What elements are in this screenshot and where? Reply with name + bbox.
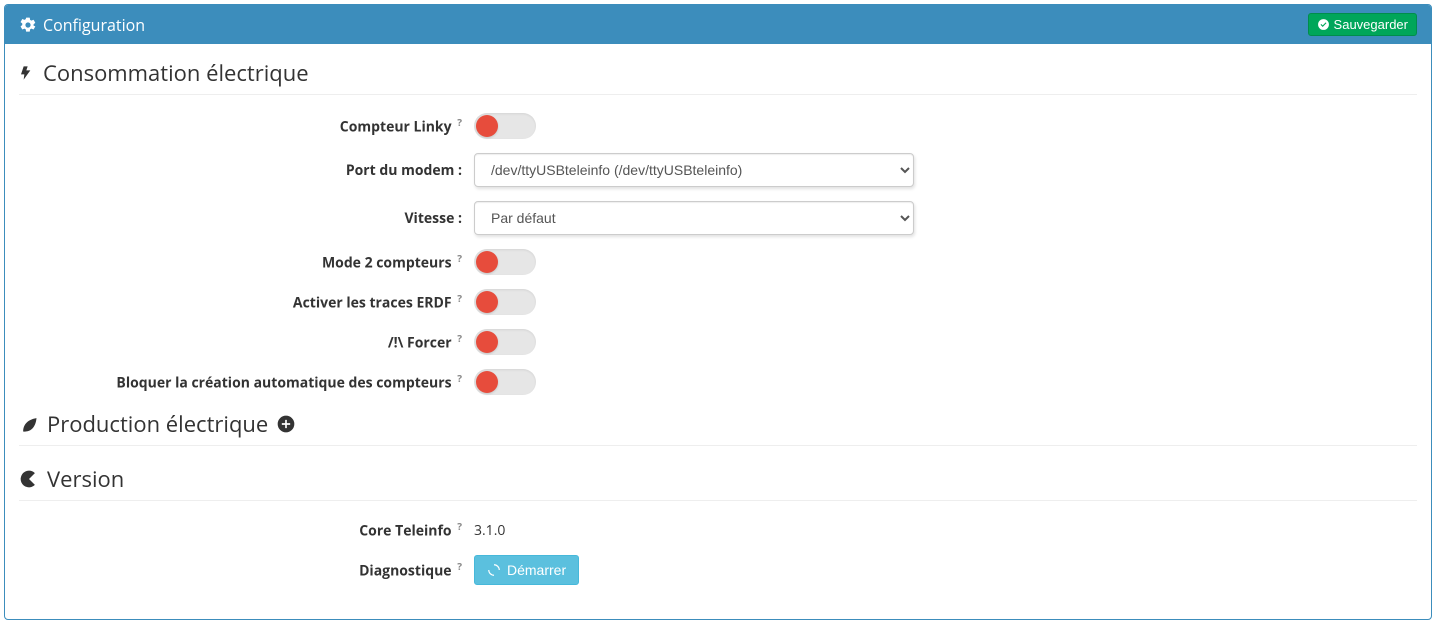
field-force: /!\ Forcer ? <box>19 329 1417 355</box>
field-mode2-label: Mode 2 compteurs <box>322 254 452 273</box>
plus-circle-icon[interactable] <box>276 414 296 434</box>
field-mode2: Mode 2 compteurs ? <box>19 249 1417 275</box>
toggle-force[interactable] <box>474 329 536 355</box>
panel-body: Consommation électrique Compteur Linky ?… <box>5 44 1431 619</box>
spinner-icon <box>487 563 501 577</box>
field-speed-label: Vitesse : <box>404 209 462 228</box>
config-panel: Configuration Sauvegarder Consommation é… <box>4 4 1432 620</box>
toggle-traces[interactable] <box>474 289 536 315</box>
field-force-label: /!\ Forcer <box>388 334 452 353</box>
help-icon[interactable]: ? <box>457 519 462 533</box>
section-consumption-title: Consommation électrique <box>19 58 1417 88</box>
field-diagnostic-label: Diagnostique <box>359 561 452 580</box>
save-button[interactable]: Sauvegarder <box>1308 13 1417 36</box>
field-traces-label: Activer les traces ERDF <box>293 294 452 313</box>
help-icon[interactable]: ? <box>457 251 462 265</box>
section-consumption-label: Consommation électrique <box>43 58 309 88</box>
divider <box>19 500 1417 501</box>
panel-header-left: Configuration <box>19 14 145 36</box>
help-icon[interactable]: ? <box>457 371 462 385</box>
field-block-auto-label-wrap: Bloquer la création automatique des comp… <box>19 371 474 393</box>
field-diagnostic: Diagnostique ? Démarrer <box>19 555 1417 585</box>
select-modem-port[interactable]: /dev/ttyUSBteleinfo (/dev/ttyUSBteleinfo… <box>474 153 914 187</box>
help-icon[interactable]: ? <box>457 331 462 345</box>
pacman-icon <box>19 469 39 489</box>
field-linky: Compteur Linky ? <box>19 113 1417 139</box>
help-icon[interactable]: ? <box>457 115 462 129</box>
save-button-label: Sauvegarder <box>1334 17 1408 32</box>
panel-title: Configuration <box>43 14 145 36</box>
divider <box>19 94 1417 95</box>
field-block-auto-label: Bloquer la création automatique des comp… <box>116 374 451 393</box>
field-traces-label-wrap: Activer les traces ERDF ? <box>19 291 474 313</box>
field-linky-label-wrap: Compteur Linky ? <box>19 115 474 137</box>
field-core-version: Core Teleinfo ? 3.1.0 <box>19 519 1417 541</box>
section-production-title: Production électrique <box>19 409 1417 439</box>
field-modem-port: Port du modem : /dev/ttyUSBteleinfo (/de… <box>19 153 1417 187</box>
toggle-block-auto[interactable] <box>474 369 536 395</box>
field-linky-label: Compteur Linky <box>340 118 452 137</box>
field-core-version-label: Core Teleinfo <box>359 522 451 541</box>
field-mode2-label-wrap: Mode 2 compteurs ? <box>19 251 474 273</box>
cogs-icon <box>19 16 37 34</box>
bolt-icon <box>19 62 35 84</box>
field-block-auto: Bloquer la création automatique des comp… <box>19 369 1417 395</box>
help-icon[interactable]: ? <box>457 559 462 573</box>
start-diagnostic-button[interactable]: Démarrer <box>474 555 579 585</box>
field-core-version-label-wrap: Core Teleinfo ? <box>19 519 474 541</box>
help-icon[interactable]: ? <box>457 291 462 305</box>
section-version-label: Version <box>47 464 124 494</box>
field-modem-port-label: Port du modem : <box>346 161 462 180</box>
section-version-title: Version <box>19 464 1417 494</box>
leaf-icon <box>19 414 39 434</box>
check-circle-icon <box>1317 18 1330 31</box>
start-diagnostic-label: Démarrer <box>507 562 566 578</box>
field-diagnostic-label-wrap: Diagnostique ? <box>19 559 474 581</box>
panel-header: Configuration Sauvegarder <box>5 5 1431 44</box>
field-speed-label-wrap: Vitesse : <box>19 209 474 228</box>
toggle-linky[interactable] <box>474 113 536 139</box>
field-modem-port-label-wrap: Port du modem : <box>19 161 474 180</box>
field-force-label-wrap: /!\ Forcer ? <box>19 331 474 353</box>
field-traces: Activer les traces ERDF ? <box>19 289 1417 315</box>
section-production-label: Production électrique <box>47 409 268 439</box>
core-version-value: 3.1.0 <box>474 519 505 540</box>
select-speed[interactable]: Par défaut <box>474 201 914 235</box>
field-speed: Vitesse : Par défaut <box>19 201 1417 235</box>
divider <box>19 445 1417 446</box>
toggle-mode2[interactable] <box>474 249 536 275</box>
